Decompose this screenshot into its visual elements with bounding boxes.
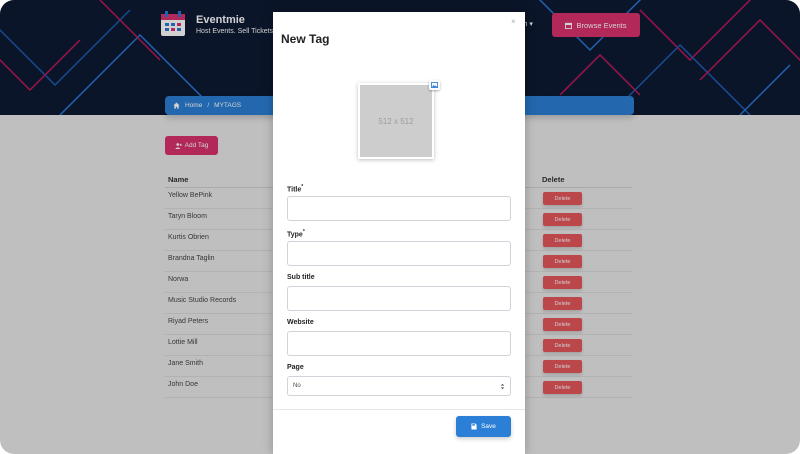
- save-label: Save: [481, 423, 496, 430]
- image-edit-button[interactable]: [429, 80, 440, 90]
- page: Eventmie Host Events. Sell Tickets. sh ▾…: [0, 0, 800, 454]
- page-label: Page: [287, 364, 304, 371]
- image-icon: [431, 82, 438, 88]
- title-input[interactable]: [287, 196, 511, 221]
- page-select-value: No: [293, 383, 301, 389]
- type-input[interactable]: [287, 241, 511, 266]
- website-input[interactable]: [287, 331, 511, 356]
- save-button[interactable]: Save: [456, 416, 511, 437]
- close-icon[interactable]: ×: [511, 17, 516, 26]
- new-tag-modal: New Tag × 512 x 512 Title* Type* Sub tit…: [273, 12, 525, 454]
- modal-title: New Tag: [281, 32, 330, 46]
- website-label: Website: [287, 319, 314, 326]
- subtitle-label: Sub title: [287, 274, 315, 281]
- type-label: Type*: [287, 229, 305, 239]
- subtitle-input[interactable]: [287, 286, 511, 311]
- save-icon: [471, 423, 477, 430]
- title-label: Title*: [287, 184, 304, 194]
- image-upload-preview[interactable]: 512 x 512: [358, 83, 434, 159]
- image-placeholder-text: 512 x 512: [378, 116, 414, 126]
- footer-divider: [273, 409, 525, 410]
- select-arrows-icon: [500, 383, 505, 389]
- page-select[interactable]: No: [287, 376, 511, 396]
